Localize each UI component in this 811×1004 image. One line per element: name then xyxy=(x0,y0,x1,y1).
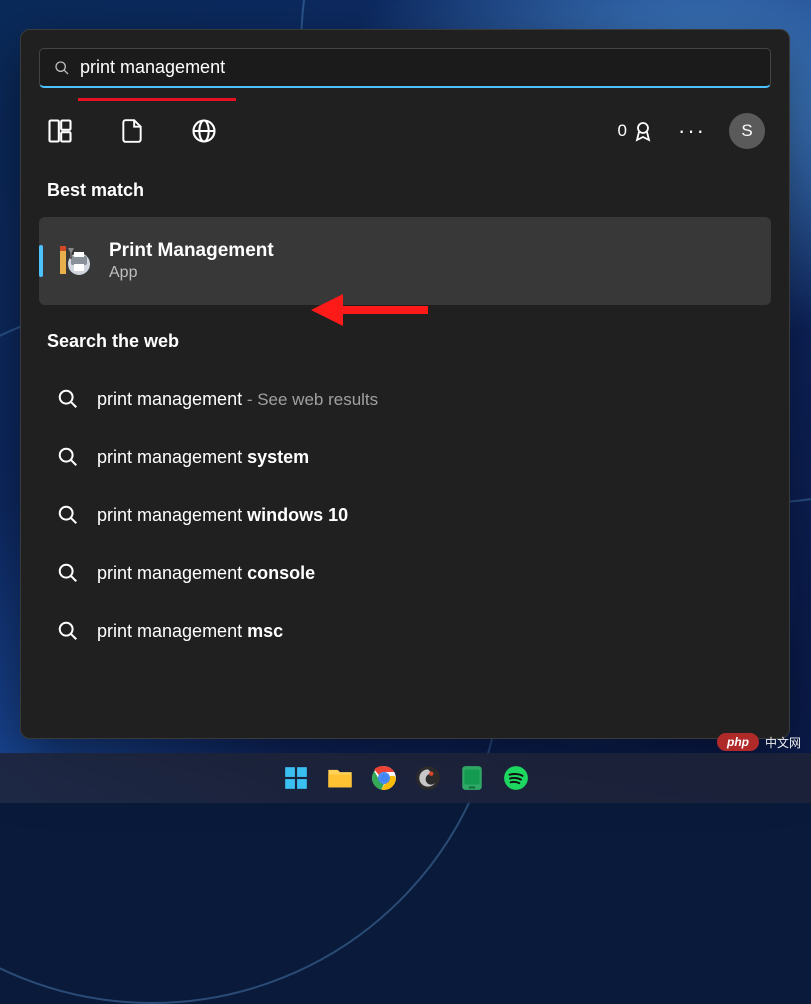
web-result[interactable]: print management system xyxy=(39,428,771,486)
search-filter-row: 0 ··· S xyxy=(39,92,771,170)
search-icon xyxy=(57,446,79,468)
watermark: php 中文网 xyxy=(717,733,801,751)
taskbar-phone-link-icon[interactable] xyxy=(457,763,487,793)
taskbar-chrome-icon[interactable] xyxy=(369,763,399,793)
web-result[interactable]: print management msc xyxy=(39,602,771,660)
best-match-subtitle: App xyxy=(109,264,274,282)
filter-web-icon[interactable] xyxy=(189,116,219,146)
best-match-result[interactable]: Print Management App xyxy=(39,217,771,305)
taskbar-explorer-icon[interactable] xyxy=(325,763,355,793)
web-result[interactable]: print management - See web results xyxy=(39,370,771,428)
best-match-title: Print Management xyxy=(109,240,274,262)
medal-icon xyxy=(631,119,655,143)
user-avatar[interactable]: S xyxy=(729,113,765,149)
taskbar-spotify-icon[interactable] xyxy=(501,763,531,793)
search-box[interactable] xyxy=(39,48,771,88)
section-best-match-label: Best match xyxy=(39,170,771,217)
start-search-panel: 0 ··· S Best match Print Managemen xyxy=(20,29,790,739)
spellcheck-underline xyxy=(78,98,236,101)
search-icon xyxy=(57,504,79,526)
filter-apps-icon[interactable] xyxy=(45,116,75,146)
more-options-icon[interactable]: ··· xyxy=(677,116,707,146)
search-icon xyxy=(57,620,79,642)
taskbar xyxy=(0,753,811,803)
section-web-label: Search the web xyxy=(39,305,771,368)
taskbar-start-icon[interactable] xyxy=(281,763,311,793)
taskbar-obs-icon[interactable] xyxy=(413,763,443,793)
search-icon xyxy=(54,60,70,76)
rewards-button[interactable]: 0 xyxy=(618,119,655,143)
search-icon xyxy=(57,562,79,584)
search-icon xyxy=(57,388,79,410)
watermark-pill: php xyxy=(717,733,759,751)
watermark-text: 中文网 xyxy=(765,734,801,751)
search-input[interactable] xyxy=(80,57,756,78)
web-results-list: print management - See web results print… xyxy=(39,370,771,660)
print-management-app-icon xyxy=(59,244,93,278)
rewards-count: 0 xyxy=(618,121,627,141)
avatar-initial: S xyxy=(741,121,752,141)
web-result[interactable]: print management console xyxy=(39,544,771,602)
filter-documents-icon[interactable] xyxy=(117,116,147,146)
web-result[interactable]: print management windows 10 xyxy=(39,486,771,544)
